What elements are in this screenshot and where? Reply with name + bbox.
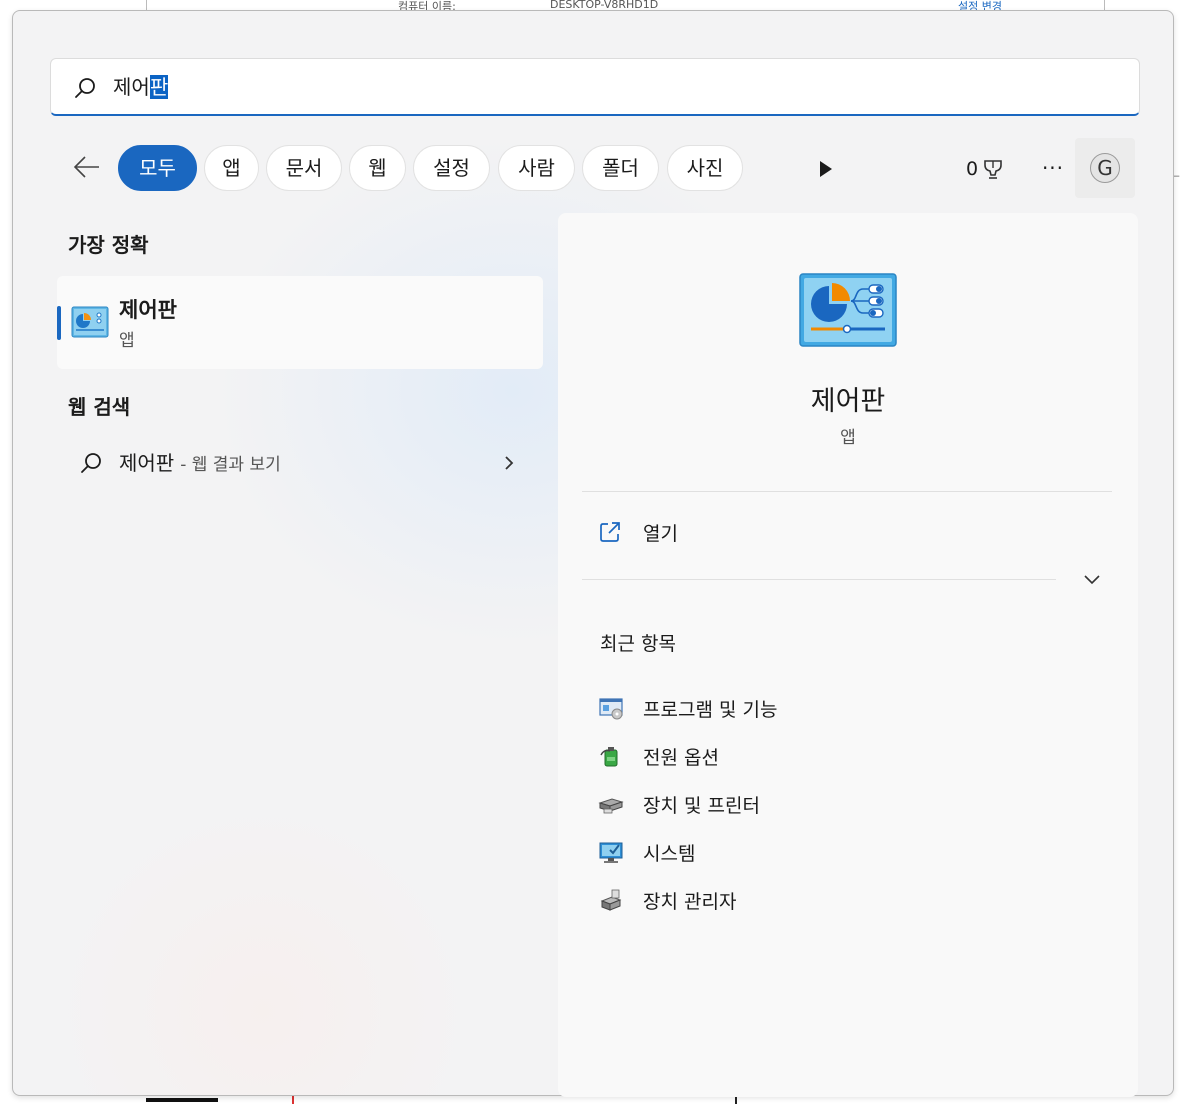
- devices-printers-icon: [598, 798, 624, 814]
- rewards-points[interactable]: 0: [966, 155, 1004, 183]
- recent-item-device-manager[interactable]: 장치 관리자: [582, 877, 1112, 921]
- power-options-icon: [600, 747, 618, 767]
- system-icon: [599, 842, 623, 863]
- background-fragment: [146, 1098, 218, 1102]
- recent-item-system[interactable]: 시스템: [582, 829, 1112, 873]
- device-manager-icon: [600, 889, 622, 911]
- back-arrow-icon[interactable]: [71, 151, 103, 183]
- tab-all[interactable]: 모두: [118, 145, 197, 191]
- recent-item-label: 장치 및 프린터: [643, 795, 760, 817]
- recent-item-power-options[interactable]: 전원 옵션: [582, 733, 1112, 777]
- chevron-right-icon: [505, 456, 514, 470]
- best-match-name: 제어판: [119, 298, 177, 322]
- best-match-result[interactable]: 제어판 앱: [57, 276, 543, 369]
- tab-folders[interactable]: 폴더: [582, 145, 659, 191]
- tab-apps[interactable]: 앱: [204, 145, 259, 191]
- programs-features-icon: [599, 698, 623, 720]
- open-external-icon: [600, 522, 620, 542]
- web-search-heading: 웹 검색: [68, 395, 131, 419]
- control-panel-large-icon: [799, 273, 897, 347]
- search-panel: 제어판 모두 앱 문서 웹 설정 사람 폴더 사진 0 ··· G 가장 정확: [12, 10, 1174, 1097]
- tab-people[interactable]: 사람: [498, 145, 575, 191]
- background-fragment: [735, 1096, 737, 1104]
- divider: [582, 491, 1112, 492]
- open-label: 열기: [643, 523, 678, 545]
- background-fragment: [292, 1096, 294, 1104]
- tab-settings[interactable]: 설정: [413, 145, 490, 191]
- divider: [582, 579, 1056, 580]
- avatar: G: [1090, 153, 1120, 183]
- recent-item-label: 프로그램 및 기능: [643, 699, 778, 721]
- search-input[interactable]: 제어판: [50, 58, 1140, 116]
- tab-photos[interactable]: 사진: [667, 145, 743, 191]
- rewards-points-value: 0: [966, 158, 979, 180]
- search-icon: [75, 78, 95, 98]
- control-panel-icon: [71, 306, 109, 338]
- search-query-text: 제어: [113, 75, 150, 99]
- best-match-heading: 가장 정확: [68, 233, 149, 257]
- recent-item-programs-features[interactable]: 프로그램 및 기능: [582, 685, 1112, 729]
- search-query-selection: 판: [149, 75, 169, 99]
- web-search-suffix: - 웹 결과 보기: [180, 455, 281, 475]
- best-match-type: 앱: [119, 331, 135, 351]
- recent-item-devices-printers[interactable]: 장치 및 프린터: [582, 781, 1112, 825]
- detail-app-name: 제어판: [810, 386, 886, 417]
- chevron-down-icon[interactable]: [1078, 569, 1106, 591]
- search-query[interactable]: 제어판: [113, 73, 169, 101]
- result-detail-pane: 제어판 앱 열기 최근 항목 프로그램 및 기능 전원 옵션 장치 및 프린터 …: [558, 213, 1138, 1097]
- account-button[interactable]: G: [1075, 138, 1135, 198]
- more-options-button[interactable]: ···: [1037, 154, 1069, 182]
- selection-indicator: [57, 306, 61, 340]
- web-search-result[interactable]: 제어판 - 웹 결과 보기: [57, 439, 543, 487]
- recent-item-label: 전원 옵션: [643, 747, 719, 769]
- recent-item-label: 장치 관리자: [643, 891, 737, 913]
- detail-app-type: 앱: [840, 428, 856, 448]
- recent-items-heading: 최근 항목: [600, 633, 676, 655]
- play-icon[interactable]: [813, 157, 837, 181]
- recent-item-label: 시스템: [643, 843, 696, 865]
- trophy-icon: [984, 160, 1002, 179]
- search-icon: [81, 453, 101, 473]
- web-search-query: 제어판: [119, 451, 175, 475]
- tab-documents[interactable]: 문서: [266, 145, 342, 191]
- open-action[interactable]: 열기: [582, 510, 1112, 554]
- tab-web[interactable]: 웹: [349, 145, 406, 191]
